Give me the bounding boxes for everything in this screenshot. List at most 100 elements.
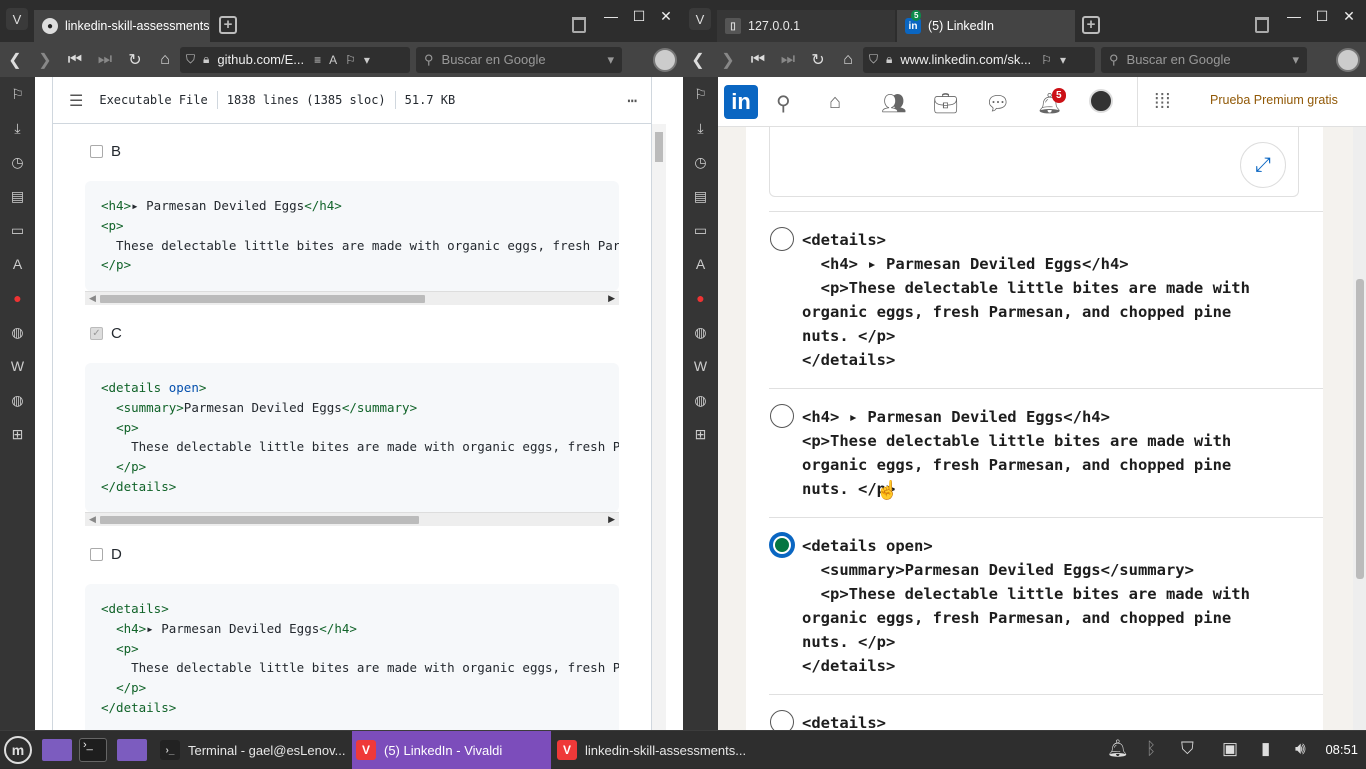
add-panel-icon[interactable]: ⊞: [0, 417, 35, 451]
answer-radio-3-selected[interactable]: [770, 533, 794, 557]
translate-panel-icon[interactable]: A: [0, 247, 35, 281]
scroll-left-icon[interactable]: ◀: [89, 514, 96, 525]
minimize-icon[interactable]: —: [1286, 8, 1302, 24]
vivaldi-menu-icon[interactable]: V: [6, 8, 28, 30]
back-icon[interactable]: ❮: [0, 50, 30, 70]
profile-avatar[interactable]: [1336, 47, 1360, 72]
trash-icon[interactable]: [572, 17, 586, 33]
search-engine-dropdown-icon[interactable]: ▾: [1292, 52, 1299, 68]
home-icon[interactable]: ⌂: [150, 51, 180, 69]
vivaldi-panel-icon[interactable]: ●: [683, 281, 718, 315]
tab-localhost[interactable]: ▯ 127.0.0.1: [717, 10, 895, 42]
globe-panel-icon-2[interactable]: ◍: [0, 383, 35, 417]
new-tab-icon[interactable]: +: [1082, 16, 1100, 34]
taskbar-github-vivaldi[interactable]: V linkedin-skill-assessments...: [553, 731, 753, 769]
volume-icon[interactable]: 🔊︎: [1295, 739, 1306, 759]
linkedin-logo[interactable]: in: [724, 85, 758, 119]
bookmarks-panel-icon[interactable]: ⚐: [683, 77, 718, 111]
rewind-icon[interactable]: ⏮: [743, 51, 773, 69]
rewind-icon[interactable]: ⏮: [60, 51, 90, 69]
reload-icon[interactable]: ↻: [803, 50, 833, 70]
folder-launcher-icon[interactable]: [117, 731, 149, 769]
expand-icon[interactable]: ⤢: [1240, 142, 1286, 188]
new-tab-icon[interactable]: +: [219, 16, 237, 34]
battery-icon[interactable]: ▮: [1261, 739, 1270, 759]
globe-panel-icon-2[interactable]: ◍: [683, 383, 718, 417]
forward-icon[interactable]: ❯: [713, 50, 743, 70]
wikipedia-panel-icon[interactable]: W: [683, 349, 718, 383]
tab-linkedin[interactable]: in 5 (5) LinkedIn: [897, 10, 1075, 42]
search-icon[interactable]: ⚲: [776, 91, 791, 116]
search-field[interactable]: ⚲ Buscar en Google ▾: [416, 46, 622, 73]
bookmark-icon[interactable]: ⚐: [345, 53, 356, 67]
more-options-icon[interactable]: ⋯: [627, 91, 637, 110]
bookmark-icon[interactable]: ⚐: [1041, 53, 1052, 67]
me-avatar[interactable]: [1089, 89, 1113, 113]
minimize-icon[interactable]: —: [603, 8, 619, 24]
forward-icon[interactable]: ❯: [30, 50, 60, 70]
answer-radio-1[interactable]: [770, 227, 794, 251]
profile-avatar[interactable]: [653, 47, 677, 72]
wikipedia-panel-icon[interactable]: W: [0, 349, 35, 383]
translate-icon[interactable]: A: [329, 53, 337, 67]
window-panel-icon[interactable]: ▭: [683, 213, 718, 247]
downloads-panel-icon[interactable]: ⤓: [0, 111, 35, 145]
close-icon[interactable]: ✕: [658, 8, 674, 25]
downloads-panel-icon[interactable]: ⤓: [683, 111, 718, 145]
search-field[interactable]: ⚲ Buscar en Google ▾: [1101, 46, 1307, 73]
answer-radio-2[interactable]: [770, 404, 794, 428]
dropdown-icon[interactable]: ▾: [364, 53, 370, 67]
scroll-right-icon[interactable]: ▶: [608, 293, 615, 304]
terminal-launcher-icon[interactable]: ›_: [79, 731, 111, 769]
clock[interactable]: 08:51: [1325, 742, 1358, 757]
work-grid-icon[interactable]: ⁞⁞⁞: [1154, 91, 1171, 114]
outline-icon[interactable]: ☰: [69, 91, 83, 110]
option-c-checkbox[interactable]: ✓: [90, 327, 103, 340]
search-engine-dropdown-icon[interactable]: ▾: [607, 52, 614, 68]
history-panel-icon[interactable]: ◷: [683, 145, 718, 179]
premium-link[interactable]: Prueba Premium gratis: [1210, 93, 1338, 107]
fast-forward-icon[interactable]: ⏭: [773, 51, 803, 69]
notifications-tray-icon[interactable]: 🔔︎: [1107, 739, 1129, 759]
close-icon[interactable]: ✕: [1341, 8, 1357, 25]
vivaldi-menu-icon[interactable]: V: [689, 8, 711, 30]
bluetooth-icon[interactable]: ᛒ: [1146, 739, 1156, 759]
url-field[interactable]: ⛉ 🔒︎ github.com/E... ≡ A ⚐ ▾: [180, 46, 410, 73]
maximize-icon[interactable]: ☐: [1314, 8, 1330, 25]
notes-panel-icon[interactable]: ▤: [683, 179, 718, 213]
fast-forward-icon[interactable]: ⏭: [90, 51, 120, 69]
answer-option-4[interactable]: <details>: [769, 694, 1323, 730]
dropdown-icon[interactable]: ▾: [1060, 53, 1066, 67]
translate-panel-icon[interactable]: A: [683, 247, 718, 281]
answer-option-2[interactable]: <h4> ▸ Parmesan Deviled Eggs</h4> <p>The…: [769, 388, 1323, 517]
code-scrollbar-b[interactable]: ◀ ▶: [85, 291, 619, 305]
globe-panel-icon[interactable]: ◍: [683, 315, 718, 349]
maximize-icon[interactable]: ☐: [631, 8, 647, 25]
vivaldi-panel-icon[interactable]: ●: [0, 281, 35, 315]
window-panel-icon[interactable]: ▭: [0, 213, 35, 247]
answer-option-3[interactable]: <details open> <summary>Parmesan Deviled…: [769, 517, 1323, 694]
reader-icon[interactable]: ≡: [314, 53, 321, 67]
messaging-icon[interactable]: 💬︎: [985, 91, 1010, 116]
history-panel-icon[interactable]: ◷: [0, 145, 35, 179]
reload-icon[interactable]: ↻: [120, 50, 150, 70]
page-scrollbar[interactable]: [652, 124, 666, 730]
home-icon[interactable]: ⌂: [833, 51, 863, 69]
jobs-icon[interactable]: 💼︎: [933, 91, 958, 116]
add-panel-icon[interactable]: ⊞: [683, 417, 718, 451]
taskbar-terminal[interactable]: ›_ Terminal - gael@esLenov...: [156, 731, 350, 769]
mint-menu-icon[interactable]: m: [4, 731, 36, 769]
scroll-left-icon[interactable]: ◀: [89, 293, 96, 304]
option-d-checkbox[interactable]: [90, 548, 103, 561]
network-icon[interactable]: 👥︎: [881, 91, 906, 116]
code-scrollbar-c[interactable]: ◀ ▶: [85, 512, 619, 526]
files-launcher-icon[interactable]: [42, 731, 74, 769]
notes-panel-icon[interactable]: ▤: [0, 179, 35, 213]
page-scrollbar[interactable]: [1353, 127, 1366, 730]
answer-option-1[interactable]: <details> <h4> ▸ Parmesan Deviled Eggs</…: [769, 211, 1323, 388]
option-b-checkbox[interactable]: [90, 145, 103, 158]
tab-github[interactable]: ● linkedin-skill-assessments-: [34, 10, 210, 42]
globe-panel-icon[interactable]: ◍: [0, 315, 35, 349]
url-field[interactable]: ⛉ 🔒︎ www.linkedin.com/sk... ⚐ ▾: [863, 46, 1095, 73]
home-icon[interactable]: ⌂: [829, 91, 841, 114]
